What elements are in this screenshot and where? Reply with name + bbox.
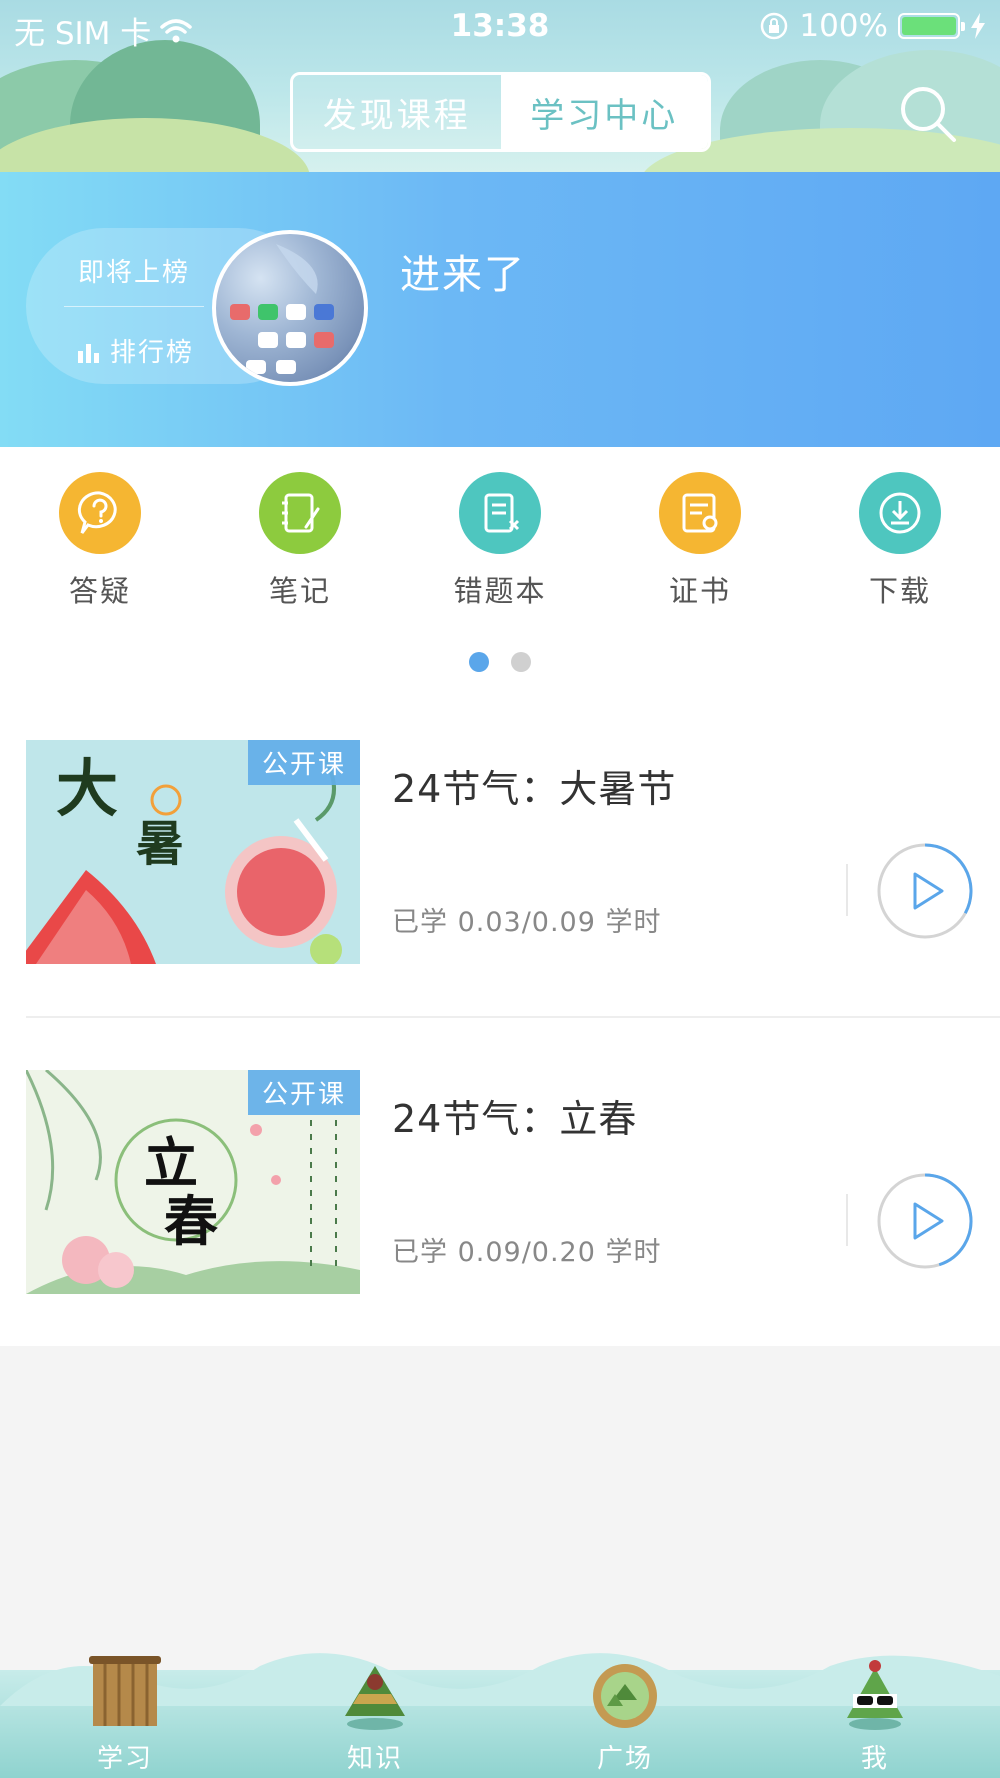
steamer-icon <box>593 1664 657 1728</box>
tab-discover-courses[interactable]: 发现课程 <box>293 75 501 149</box>
divider <box>846 864 848 916</box>
page-dot-active[interactable] <box>469 652 489 672</box>
feature-download[interactable]: 下载 <box>830 472 970 610</box>
course-progress: 已学 0.09/0.20 学时 <box>392 1237 662 1268</box>
bottom-tab-bar: 学习 知识 广场 我 <box>0 1646 1000 1778</box>
question-bubble-icon <box>59 472 141 554</box>
feature-qa[interactable]: 答疑 <box>30 472 170 610</box>
username: 进来了 <box>400 252 526 298</box>
feature-label: 答疑 <box>68 574 131 608</box>
wrong-book-icon <box>459 472 541 554</box>
tab-label: 知识 <box>346 1744 403 1774</box>
battery-icon <box>898 13 965 39</box>
zongzi-mascot-icon <box>847 1660 903 1730</box>
feature-certificate[interactable]: 证书 <box>630 472 770 610</box>
feature-label: 错题本 <box>453 574 547 608</box>
course-title: 24节气：大暑节 <box>392 767 677 811</box>
course-thumbnail: 大 暑 公开课 <box>26 740 360 964</box>
feature-label: 笔记 <box>268 574 331 608</box>
tab-label: 学习 <box>96 1744 153 1774</box>
play-icon[interactable] <box>876 842 974 940</box>
tab-plaza[interactable]: 广场 <box>500 1646 750 1778</box>
empty-area <box>0 1346 1000 1646</box>
tab-learning-center[interactable]: 学习中心 <box>500 75 708 149</box>
status-bar: 无 SIM 卡 13:38 100% <box>0 0 1000 54</box>
segmented-tabs: 发现课程 学习中心 <box>290 72 711 152</box>
certificate-icon <box>659 472 741 554</box>
charging-bolt-icon <box>971 13 985 39</box>
course-title: 24节气：立春 <box>392 1097 638 1141</box>
tab-study[interactable]: 学习 <box>0 1646 250 1778</box>
course-progress: 已学 0.03/0.09 学时 <box>392 907 662 938</box>
zongzi-icon <box>345 1666 405 1730</box>
header: 无 SIM 卡 13:38 100% 发现课程 学习中心 <box>0 0 1000 172</box>
tab-label: 我 <box>860 1744 889 1774</box>
profile-banner: 即将上榜 排行榜 进来了 <box>0 172 1000 447</box>
avatar-image <box>230 244 334 374</box>
feature-wrong-book[interactable]: 错题本 <box>430 472 570 610</box>
battery-percent: 100% <box>799 8 888 44</box>
search-icon[interactable] <box>896 82 960 146</box>
feature-label: 下载 <box>868 574 931 608</box>
page-indicator <box>0 652 1000 672</box>
leaderboard-link[interactable]: 排行榜 <box>76 332 194 369</box>
tab-label: 广场 <box>596 1744 653 1774</box>
page-dot[interactable] <box>511 652 531 672</box>
divider <box>846 1194 848 1246</box>
course-thumbnail: 立 春 公开课 <box>26 1070 360 1294</box>
bar-chart-icon <box>78 343 99 363</box>
open-course-badge: 公开课 <box>247 1070 360 1115</box>
svg-text:春: 春 <box>164 1189 218 1253</box>
avatar[interactable] <box>212 230 368 386</box>
feature-notes[interactable]: 笔记 <box>230 472 370 610</box>
list-divider <box>26 1016 1000 1018</box>
course-card[interactable]: 大 暑 公开课 24节气：大暑节 已学 0.03/0.09 学时 <box>0 740 1000 1070</box>
svg-text:大: 大 <box>56 752 118 825</box>
leaderboard-label: 排行榜 <box>110 338 195 368</box>
play-icon[interactable] <box>876 1172 974 1270</box>
feature-label: 证书 <box>668 574 731 608</box>
rotation-lock-icon <box>761 12 788 40</box>
svg-text:立: 立 <box>144 1131 198 1195</box>
rank-status: 即将上榜 <box>78 258 191 288</box>
scroll-icon <box>89 1656 161 1726</box>
download-icon <box>859 472 941 554</box>
tab-me[interactable]: 我 <box>750 1646 1000 1778</box>
divider <box>64 306 204 307</box>
notebook-icon <box>259 472 341 554</box>
tab-knowledge[interactable]: 知识 <box>250 1646 500 1778</box>
open-course-badge: 公开课 <box>247 740 360 785</box>
svg-text:暑: 暑 <box>136 816 184 872</box>
